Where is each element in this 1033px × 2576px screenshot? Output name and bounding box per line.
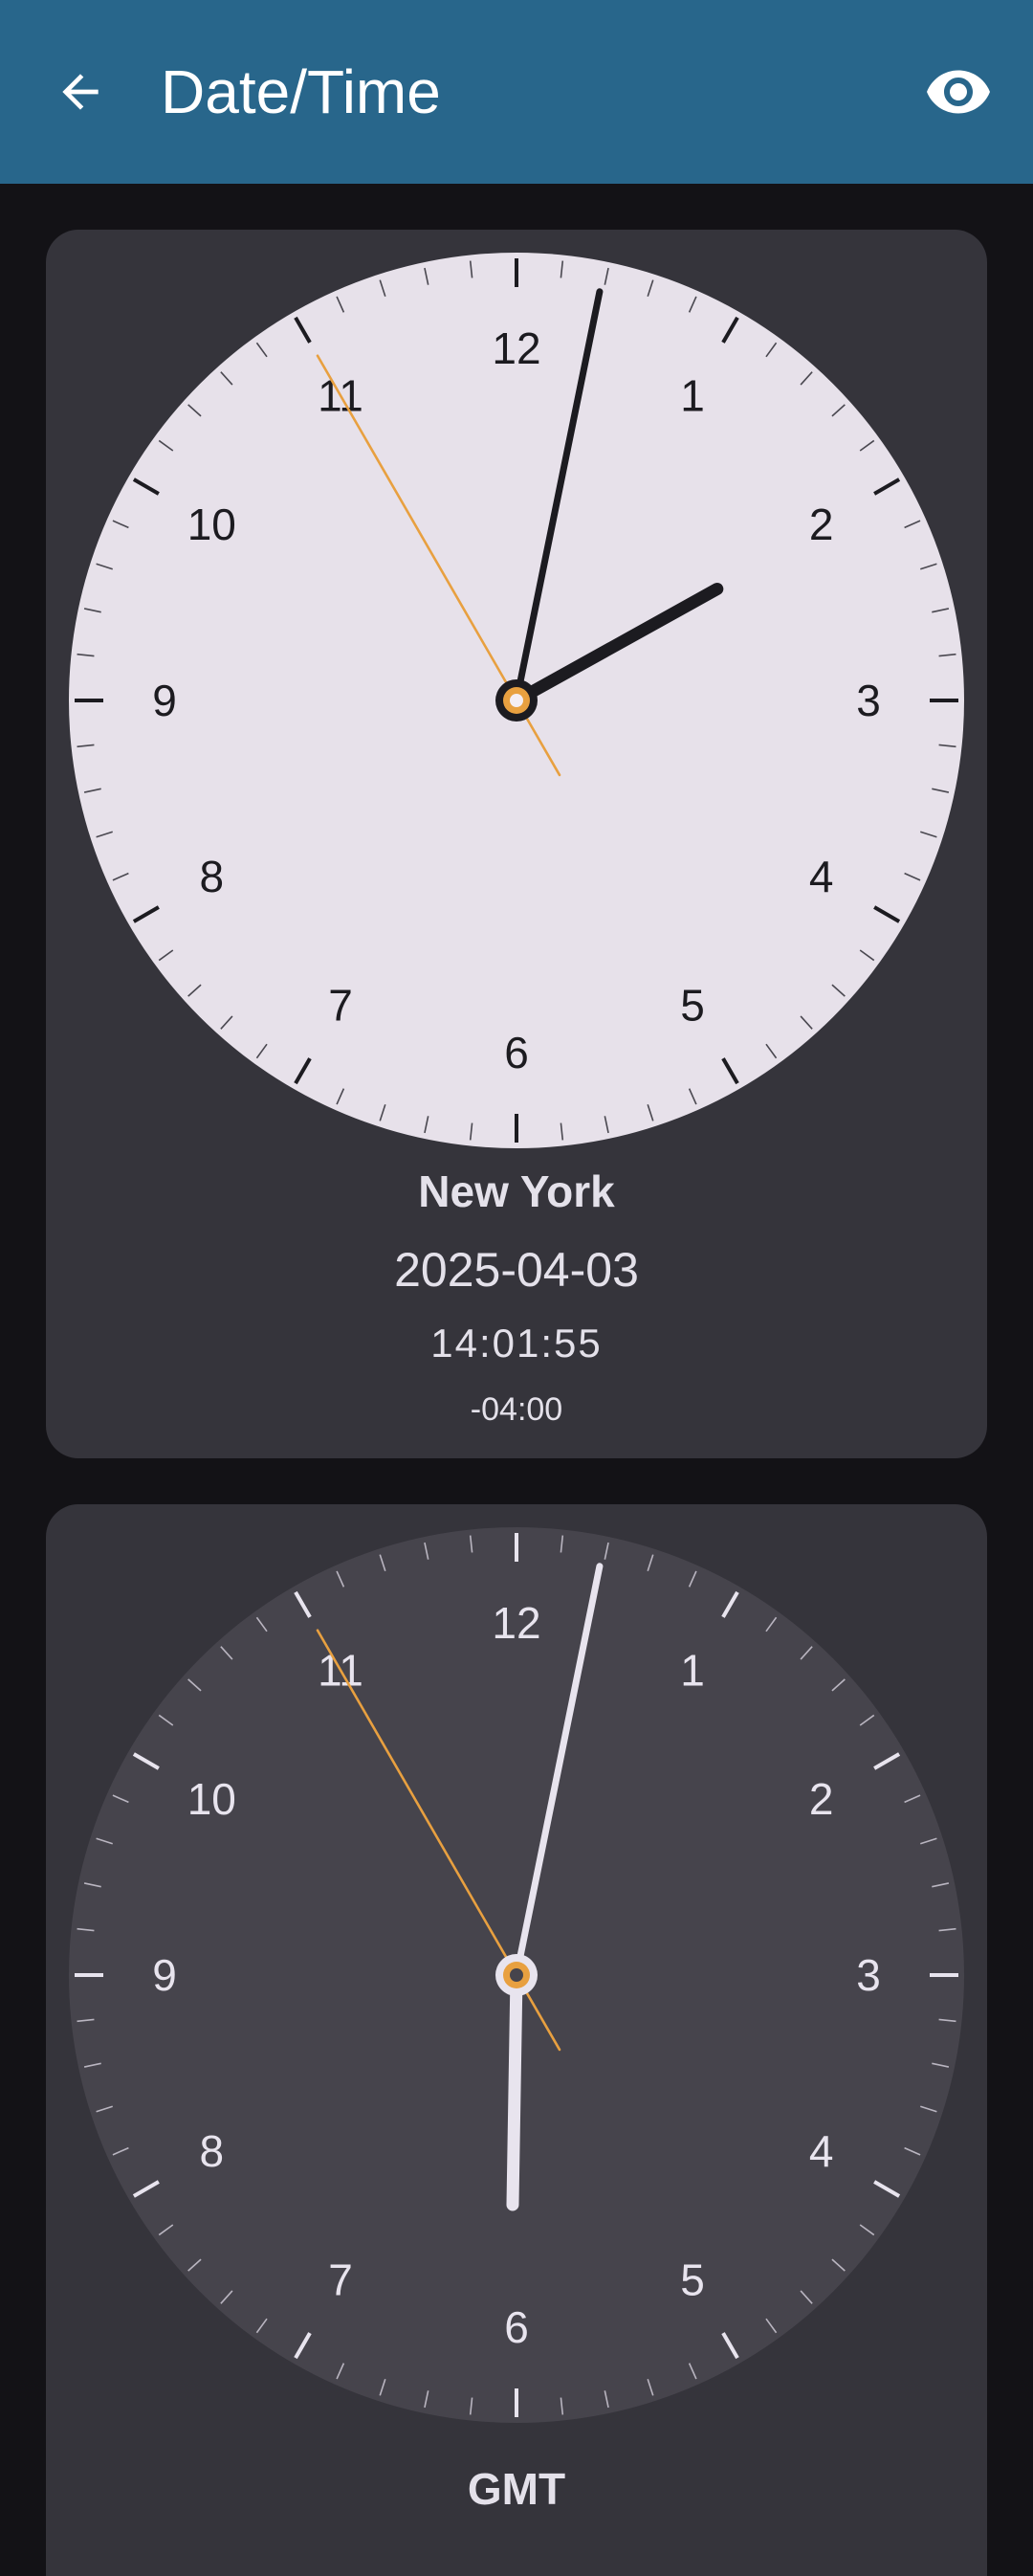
- dial-number: 10: [187, 500, 236, 549]
- pivot-dot: [510, 1968, 523, 1982]
- hour-hand: [506, 1968, 523, 2211]
- dial-number: 3: [856, 1950, 881, 2000]
- dial-number: 8: [200, 852, 225, 901]
- dial-number: 1: [680, 1645, 705, 1695]
- dial-number: 10: [187, 1774, 236, 1824]
- dial-number: 4: [809, 2126, 834, 2176]
- dial-number: 2: [809, 500, 834, 549]
- city-name: GMT: [467, 2464, 566, 2514]
- visibility-toggle-button[interactable]: [911, 44, 1006, 140]
- time-label: 14:01:55: [430, 1321, 603, 1366]
- dial-number: 4: [809, 852, 834, 901]
- dial-number: 2: [809, 1774, 834, 1824]
- dial-number: 7: [328, 981, 353, 1031]
- dial-number: 12: [492, 1598, 540, 1648]
- dial-number: 5: [680, 2255, 705, 2305]
- dial-number: 6: [504, 1028, 529, 1077]
- pivot-dot: [510, 694, 523, 707]
- dial-number: 7: [328, 2255, 353, 2305]
- eye-icon: [927, 70, 990, 114]
- clock-card-new-york[interactable]: 121234567891011 New York 2025-04-03 14:0…: [46, 230, 987, 1458]
- dial-number: 3: [856, 676, 881, 725]
- utc-offset-label: -04:00: [470, 1391, 563, 1428]
- page-title: Date/Time: [161, 57, 441, 126]
- dial-number: 1: [680, 370, 705, 420]
- app-bar: Date/Time: [0, 0, 1033, 184]
- date-label: 2025-04-03: [394, 1243, 639, 1297]
- city-name: New York: [418, 1166, 615, 1216]
- dial-number: 9: [152, 676, 177, 725]
- dial-number: 12: [492, 323, 540, 373]
- dial-number: 8: [200, 2126, 225, 2176]
- dial-number: 9: [152, 1950, 177, 2000]
- arrow-back-icon: [62, 74, 99, 110]
- analog-clock: 121234567891011: [69, 253, 964, 1148]
- dial-number: 5: [680, 981, 705, 1031]
- clock-card-gmt[interactable]: 121234567891011 GMT: [46, 1504, 987, 2576]
- back-button[interactable]: [38, 46, 122, 138]
- dial-number: 6: [504, 2302, 529, 2352]
- analog-clock: 121234567891011: [69, 1527, 964, 2423]
